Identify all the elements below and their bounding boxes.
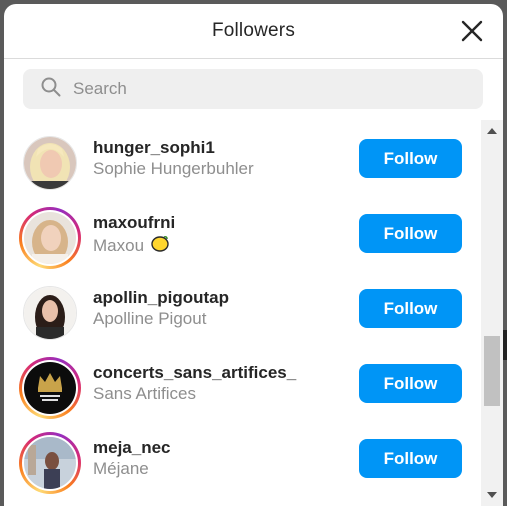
list-item: meja_nec Méjane Follow <box>4 424 480 499</box>
full-name-text: Maxou <box>93 236 145 255</box>
user-names: meja_nec Méjane <box>93 438 171 480</box>
scrollbar[interactable] <box>481 120 503 506</box>
followers-modal: Followers Search hunger_sophi1 Sophie Hu… <box>4 4 503 506</box>
avatar[interactable] <box>19 207 81 269</box>
username[interactable]: hunger_sophi1 <box>93 138 254 158</box>
user-names: concerts_sans_artifices_ Sans Artifices <box>93 363 296 405</box>
followers-list: hunger_sophi1 Sophie Hungerbuhler Follow <box>4 124 480 499</box>
scroll-up-arrow-icon[interactable] <box>487 128 497 134</box>
user-names: apollin_pigoutap Apolline Pigout <box>93 288 229 330</box>
scrollbar-thumb[interactable] <box>484 336 500 406</box>
close-icon[interactable] <box>459 18 485 44</box>
scroll-down-arrow-icon[interactable] <box>487 492 497 498</box>
avatar[interactable] <box>19 282 81 344</box>
username[interactable]: meja_nec <box>93 438 171 458</box>
list-item: maxoufrni Maxou Follow <box>4 199 480 274</box>
list-item: apollin_pigoutap Apolline Pigout Follow <box>4 274 480 349</box>
search-box[interactable] <box>23 69 483 109</box>
follow-button[interactable]: Follow <box>359 139 462 178</box>
user-names: maxoufrni Maxou <box>93 213 175 259</box>
username[interactable]: apollin_pigoutap <box>93 288 229 308</box>
username[interactable]: concerts_sans_artifices_ <box>93 363 296 383</box>
full-name-text: Apolline Pigout <box>93 309 207 328</box>
avatar[interactable] <box>19 432 81 494</box>
full-name: Sophie Hungerbuhler <box>93 158 254 180</box>
modal-title: Followers <box>211 20 296 41</box>
list-item: concerts_sans_artifices_ Sans Artifices … <box>4 349 480 424</box>
follow-button[interactable]: Follow <box>359 214 462 253</box>
follow-button[interactable]: Follow <box>359 289 462 328</box>
user-names: hunger_sophi1 Sophie Hungerbuhler <box>93 138 254 180</box>
full-name-text: Méjane <box>93 459 149 478</box>
search-input[interactable] <box>71 78 455 100</box>
full-name: Maxou <box>93 233 175 259</box>
full-name-text: Sans Artifices <box>93 384 196 403</box>
modal-header: Followers <box>4 4 503 59</box>
search-icon <box>41 77 61 102</box>
avatar[interactable] <box>19 357 81 419</box>
follow-button[interactable]: Follow <box>359 364 462 403</box>
full-name-text: Sophie Hungerbuhler <box>93 159 254 178</box>
lemon-icon <box>150 233 170 259</box>
full-name: Sans Artifices <box>93 383 296 405</box>
full-name: Méjane <box>93 458 171 480</box>
username[interactable]: maxoufrni <box>93 213 175 233</box>
full-name: Apolline Pigout <box>93 308 229 330</box>
follow-button[interactable]: Follow <box>359 439 462 478</box>
list-item: hunger_sophi1 Sophie Hungerbuhler Follow <box>4 124 480 199</box>
avatar[interactable] <box>19 132 81 194</box>
search-bar <box>4 59 503 109</box>
